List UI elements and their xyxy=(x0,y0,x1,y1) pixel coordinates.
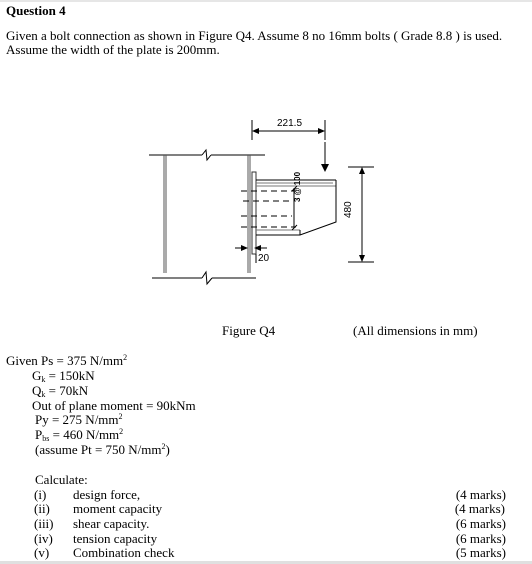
item-marks: (6 marks) xyxy=(455,531,506,546)
given-moment: Out of plane moment = 90kNm xyxy=(32,398,196,413)
arrowhead-right-221 xyxy=(318,128,325,134)
item-number: (i) xyxy=(34,487,47,502)
item-number: (ii) xyxy=(34,501,50,516)
given-qk: Qk = 70kN xyxy=(32,383,89,399)
arrowhead-down-480 xyxy=(359,255,365,262)
dimension-label-480: 480 xyxy=(343,201,354,218)
units-note: (All dimensions in mm) xyxy=(353,323,478,338)
dimension-label-20: 20 xyxy=(258,253,270,264)
end-plate xyxy=(251,171,257,255)
item-marks: (4 marks) xyxy=(454,501,505,516)
item-number: (v) xyxy=(34,545,50,560)
bracket-bottom-flange xyxy=(256,229,301,235)
column-right-flange xyxy=(247,155,251,273)
load-arrowhead xyxy=(321,164,329,172)
arrowhead-left-221 xyxy=(252,128,259,134)
dimension-label-221: 221.5 xyxy=(277,118,303,129)
item-number: (iii) xyxy=(34,516,54,531)
arrowhead-20-left xyxy=(241,245,248,251)
item-marks: (5 marks) xyxy=(455,545,506,560)
calculate-heading: Calculate: xyxy=(35,472,88,487)
given-py: Py = 275 N/mm2 xyxy=(35,412,123,427)
arrowhead-up-480 xyxy=(359,167,365,174)
figure-caption: Figure Q4 xyxy=(222,323,276,338)
item-text: tension capacity xyxy=(73,531,158,546)
column-left-flange xyxy=(163,155,167,273)
given-pt: (assume Pt = 750 N/mm2) xyxy=(35,442,170,457)
given-gk: Gk = 150kN xyxy=(32,368,95,384)
column-bottom-break-line xyxy=(152,270,256,286)
item-text: Combination check xyxy=(73,545,175,560)
given-ps: Given Ps = 375 N/mm2 xyxy=(6,353,128,368)
item-text: design force, xyxy=(73,487,141,502)
given-pbs: Pbs = 460 N/mm2 xyxy=(35,427,124,443)
dimension-label-bolt-spacing: 3 @ 100 xyxy=(293,171,302,202)
item-marks: (4 marks) xyxy=(455,487,506,502)
item-number: (iv) xyxy=(34,531,53,546)
item-text: moment capacity xyxy=(73,501,163,516)
item-text: shear capacity. xyxy=(73,516,150,531)
item-marks: (6 marks) xyxy=(455,516,506,531)
bolt-lines xyxy=(241,190,296,228)
